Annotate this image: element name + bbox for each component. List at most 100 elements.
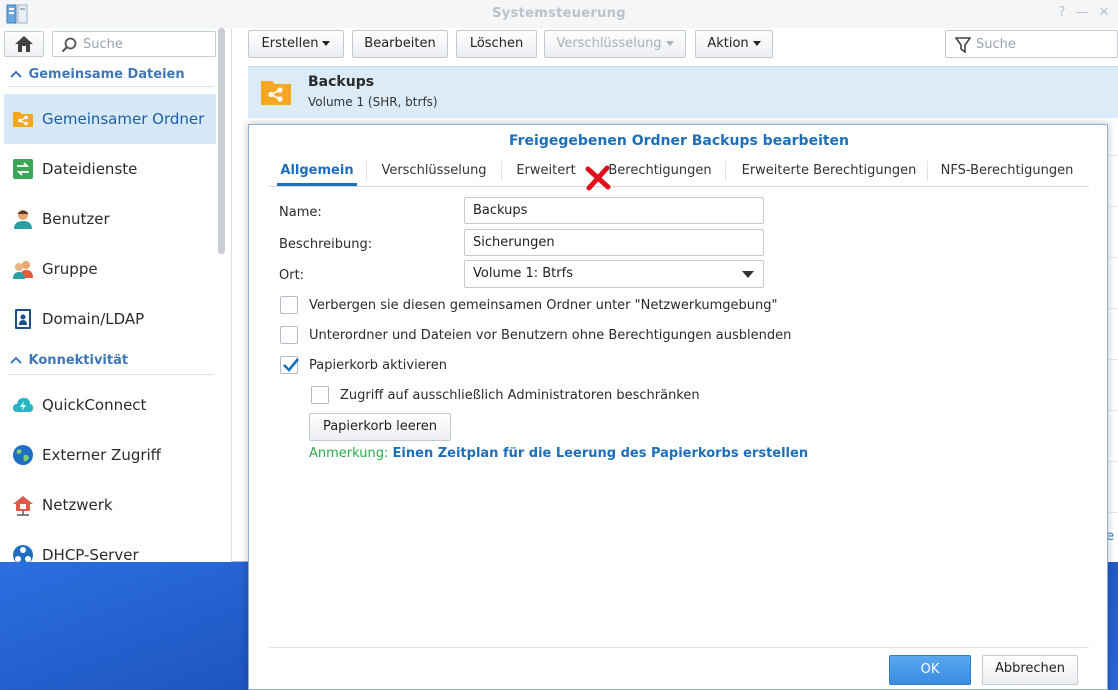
close-button[interactable]: ✕ [1096,5,1112,21]
schedule-link[interactable]: Einen Zeitplan für die Leerung des Papie… [393,446,809,461]
tab-separator [725,161,726,181]
chevron-down-icon [322,41,331,46]
hide-network-label: Verbergen sie diesen gemeinsamen Ordner … [309,298,778,313]
sidebar-item-label: Benutzer [42,210,110,228]
encryption-label: Verschlüsselung [556,36,662,51]
sidebar-item-dhcp-server[interactable]: DHCP-Server [4,530,216,562]
tab-general[interactable]: Allgemein [277,155,357,186]
chevron-down-icon [752,41,761,46]
group-label: Konnektivität [28,353,129,368]
tab-advanced-permissions[interactable]: Erweiterte Berechtigungen [731,155,927,186]
encryption-button[interactable]: Verschlüsselung [544,30,686,58]
quickconnect-cloud-icon [13,398,33,412]
hide-subfolders-checkbox[interactable] [280,326,298,344]
sidebar-item-domain-ldap[interactable]: Domain/LDAP [4,294,216,344]
sidebar-item-label: Dateidienste [42,160,138,178]
recycle-note: Anmerkung: Einen Zeitplan für die Leerun… [309,446,808,461]
tab-separator [366,161,367,181]
cancel-label: Abbrechen [994,661,1066,676]
search-icon [61,37,77,53]
delete-button[interactable]: Löschen [456,30,537,58]
name-label: Name: [279,205,322,220]
dialog-tabs: Allgemein Verschlüsselung Erweitert Bere… [269,155,1089,187]
ok-button[interactable]: OK [889,655,971,685]
dropdown-arrow-icon [742,271,754,278]
sidebar-item-external-access[interactable]: Externer Zugriff [4,430,216,480]
divider [8,86,214,87]
sidebar-item-shared-folder[interactable]: Gemeinsamer Ordner [4,94,216,144]
group-connectivity[interactable]: Konnektivität [10,353,128,368]
action-label: Aktion [707,36,749,51]
sidebar-item-group[interactable]: Gruppe [4,244,216,294]
divider [8,374,214,375]
hide-subfolders-label: Unterordner und Dateien vor Benutzern oh… [309,328,792,343]
create-button[interactable]: Erstellen [248,30,344,58]
network-house-icon [13,496,33,516]
name-input[interactable]: Backups [464,197,764,224]
user-icon [14,210,32,229]
globe-icon [13,445,33,465]
location-label: Ort: [279,268,305,283]
sidebar-item-label: Gemeinsamer Ordner [42,110,205,128]
description-input[interactable]: Sicherungen [464,229,764,256]
tab-nfs-permissions[interactable]: NFS-Berechtigungen [933,155,1081,186]
file-services-icon [13,159,33,179]
sidebar-item-label: Gruppe [42,260,98,278]
sidebar-item-user[interactable]: Benutzer [4,194,216,244]
location-select[interactable]: Volume 1: Btrfs [464,260,764,288]
help-button[interactable]: ? [1054,5,1070,21]
main-search-placeholder: Suche [976,37,1016,52]
delete-label: Löschen [469,36,524,51]
edit-shared-folder-dialog: Freigegebenen Ordner Backups bearbeiten … [248,124,1108,690]
filter-icon [955,37,971,53]
sidebar-item-quickconnect[interactable]: QuickConnect [4,380,216,430]
tab-separator [927,161,928,181]
dialog-title: Freigegebenen Ordner Backups bearbeiten [508,133,850,149]
recycle-bin-label: Papierkorb aktivieren [309,358,447,373]
create-label: Erstellen [261,36,319,51]
folder-name: Backups [308,74,375,90]
location-value: Volume 1: Btrfs [473,266,573,281]
shared-folder-icon [13,112,33,127]
empty-recycle-bin-label: Papierkorb leeren [322,419,438,434]
footer-divider [269,647,1089,648]
red-x-annotation-icon [585,165,611,191]
sidebar-item-label: QuickConnect [42,396,147,414]
tab-advanced[interactable]: Erweitert [509,155,583,186]
window-title: Systemsteuerung [492,6,626,21]
list-item-backups[interactable]: Backups Volume 1 (SHR, btrfs) [248,66,1118,118]
admin-only-checkbox[interactable] [311,386,329,404]
main-search-input[interactable]: Suche [945,30,1118,58]
title-bar: Systemsteuerung ? — ✕ [0,0,1118,28]
sidebar-scrollbar[interactable] [218,28,225,254]
home-button[interactable] [4,31,44,57]
dhcp-server-icon [13,545,33,562]
chevron-up-icon [10,353,24,368]
sidebar-item-label: Domain/LDAP [42,310,145,328]
sidebar-item-file-services[interactable]: Dateidienste [4,144,216,194]
recycle-bin-checkbox[interactable] [280,356,300,374]
sidebar-search-placeholder: Suche [83,37,123,52]
empty-recycle-bin-button[interactable]: Papierkorb leeren [309,413,451,441]
group-shared-files[interactable]: Gemeinsame Dateien [10,67,185,82]
checkmark-icon [283,358,300,372]
domain-ldap-icon [15,309,31,329]
shared-folder-icon [261,81,291,105]
sidebar-item-label: Externer Zugriff [42,446,162,464]
sidebar-item-network[interactable]: Netzwerk [4,480,216,530]
tab-separator [501,161,502,181]
home-icon [15,36,33,52]
sidebar-item-label: Netzwerk [42,496,113,514]
minimize-button[interactable]: — [1074,5,1090,21]
description-label: Beschreibung: [279,237,373,252]
action-button[interactable]: Aktion [695,30,773,58]
sidebar-search-input[interactable]: Suche [52,31,216,57]
tab-encryption[interactable]: Verschlüsselung [369,155,499,186]
note-prefix: Anmerkung: [309,446,389,461]
hide-network-checkbox[interactable] [280,296,298,314]
edit-button[interactable]: Bearbeiten [352,30,448,58]
sidebar-item-label: DHCP-Server [42,546,139,562]
cancel-button[interactable]: Abbrechen [982,655,1078,685]
edit-label: Bearbeiten [364,36,436,51]
tab-permissions[interactable]: Berechtigungen [603,155,717,186]
